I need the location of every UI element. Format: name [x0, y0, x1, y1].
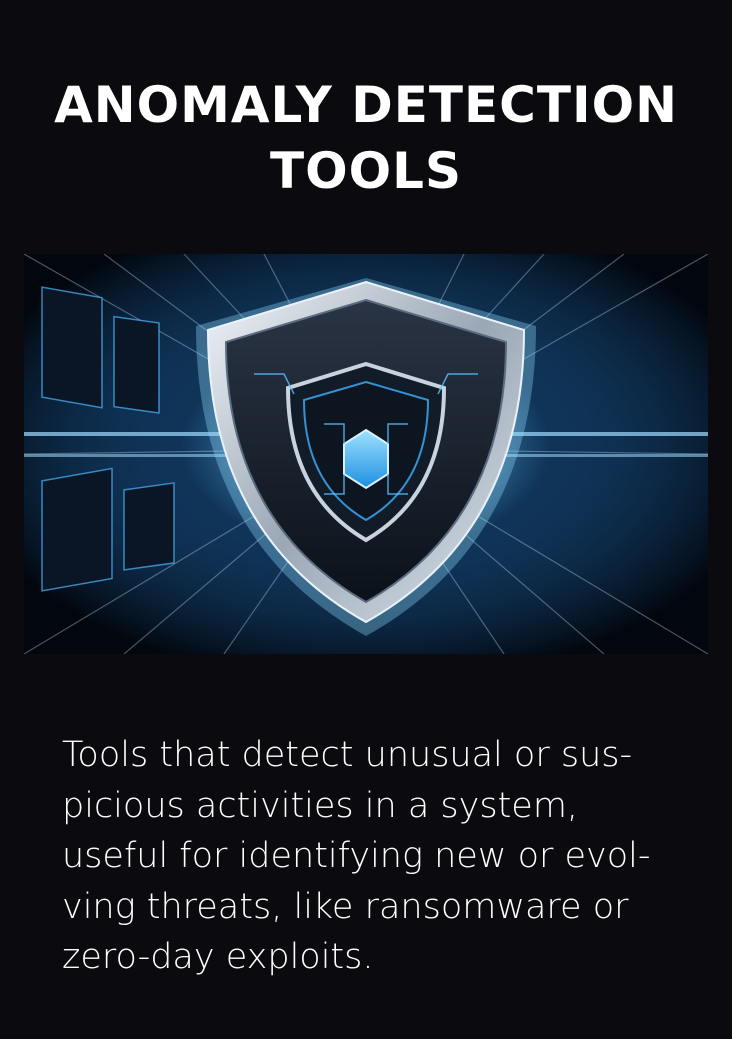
description-line: picious activities in a system,: [62, 785, 579, 826]
page-title-line-2: TOOLS: [270, 142, 462, 200]
description-line: useful for identifying new or evol-: [62, 836, 651, 876]
page-title-line-1: ANOMALY DETECTION: [54, 76, 678, 134]
description: Tools that detect unusual or sus- piciou…: [62, 730, 682, 983]
description-line: ving threats, like ransomware or: [62, 886, 629, 927]
description-line: Tools that detect unusual or sus-: [62, 735, 633, 775]
shield-icon: [24, 254, 708, 654]
page-title: ANOMALY DETECTION TOOLS: [0, 72, 732, 204]
description-line: zero-day exploits.: [62, 937, 374, 977]
hero-illustration: [24, 254, 708, 654]
